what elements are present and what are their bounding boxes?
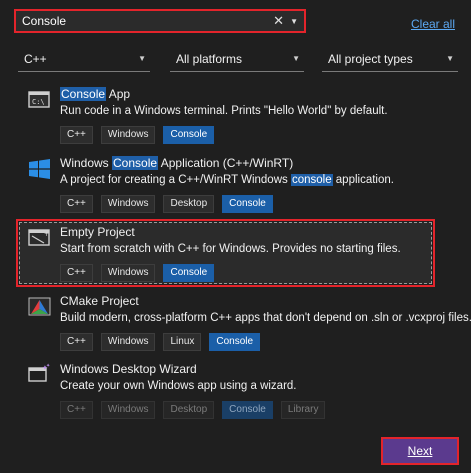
tag-console: Console: [222, 195, 273, 213]
svg-text:✦: ✦: [46, 363, 50, 369]
tag-library: Library: [280, 401, 326, 419]
template-item-windows-console-app[interactable]: Windows Console Application (C++/WinRT) …: [16, 156, 436, 213]
tag-cpp: C++: [60, 333, 93, 351]
language-filter-value: C++: [24, 51, 47, 66]
tag-desktop: Desktop: [163, 401, 215, 419]
tag-console: Console: [163, 126, 215, 144]
next-button[interactable]: Next: [381, 437, 459, 465]
svg-text:C:\: C:\: [32, 98, 45, 106]
tag-windows: Windows: [100, 333, 156, 351]
project-type-filter-dropdown[interactable]: All project types ▼: [322, 46, 458, 72]
tag-console: Console: [209, 333, 261, 351]
tag-cpp: C++: [60, 401, 93, 419]
cmake-icon: [28, 297, 51, 316]
template-description: Build modern, cross-platform C++ apps th…: [60, 312, 471, 324]
close-icon[interactable]: ✕: [273, 13, 284, 29]
svg-text:+: +: [44, 231, 49, 238]
tag-linux: Linux: [163, 333, 202, 351]
clear-all-link[interactable]: Clear all: [411, 17, 455, 31]
template-description: A project for creating a C++/WinRT Windo…: [60, 174, 394, 186]
tag-cpp: C++: [60, 264, 93, 282]
desktop-wizard-icon: ✦ ✦: [28, 363, 50, 382]
template-title: Windows Console Application (C++/WinRT): [60, 156, 294, 170]
template-description: Run code in a Windows terminal. Prints "…: [60, 105, 388, 117]
platform-filter-dropdown[interactable]: All platforms ▼: [170, 46, 304, 72]
search-input[interactable]: Console ✕ ▼: [14, 9, 306, 33]
chevron-down-icon: ▼: [138, 54, 146, 63]
console-app-icon: C:\: [28, 91, 50, 108]
project-type-filter-value: All project types: [328, 51, 413, 66]
tag-windows: Windows: [100, 401, 156, 419]
platform-filter-value: All platforms: [176, 51, 243, 66]
chevron-down-icon: ▼: [446, 54, 454, 63]
template-tags: C++ Windows Console: [60, 264, 436, 282]
tag-console: Console: [222, 401, 273, 419]
tag-windows: Windows: [100, 264, 156, 282]
tag-desktop: Desktop: [163, 195, 215, 213]
template-description: Start from scratch with C++ for Windows.…: [60, 243, 401, 255]
template-title: Windows Desktop Wizard: [60, 362, 197, 376]
template-title: Empty Project: [60, 225, 135, 239]
tag-windows: Windows: [100, 126, 156, 144]
empty-project-icon: +: [28, 229, 50, 246]
tag-cpp: C++: [60, 126, 93, 144]
template-item-windows-desktop-wizard[interactable]: ✦ ✦ Windows Desktop Wizard Create your o…: [16, 362, 436, 419]
template-tags: C++ Windows Console: [60, 126, 436, 144]
next-button-label: Next: [407, 444, 433, 458]
tag-cpp: C++: [60, 195, 93, 213]
template-list: C:\ Console App Run code in a Windows te…: [16, 82, 471, 419]
template-list-scrollbar[interactable]: [460, 84, 464, 414]
chevron-down-icon: ▼: [292, 54, 300, 63]
template-description: Create your own Windows app using a wiza…: [60, 380, 297, 392]
chevron-down-icon[interactable]: ▼: [290, 17, 298, 26]
template-tags: C++ Windows Desktop Console: [60, 195, 436, 213]
tag-windows: Windows: [100, 195, 156, 213]
template-item-empty-project[interactable]: + Empty Project Start from scratch with …: [16, 225, 436, 282]
search-value: Console: [22, 14, 67, 28]
template-tags: C++ Windows Linux Console: [60, 333, 436, 351]
template-tags: C++ Windows Desktop Console Library: [60, 401, 436, 419]
template-item-cmake-project[interactable]: CMake Project Build modern, cross-platfo…: [16, 294, 471, 351]
language-filter-dropdown[interactable]: C++ ▼: [18, 46, 150, 72]
template-item-console-app[interactable]: C:\ Console App Run code in a Windows te…: [16, 87, 436, 144]
template-title: CMake Project: [60, 294, 139, 308]
template-title: Console App: [60, 87, 131, 101]
tag-console: Console: [163, 264, 215, 282]
windows-logo-icon: [29, 159, 50, 179]
